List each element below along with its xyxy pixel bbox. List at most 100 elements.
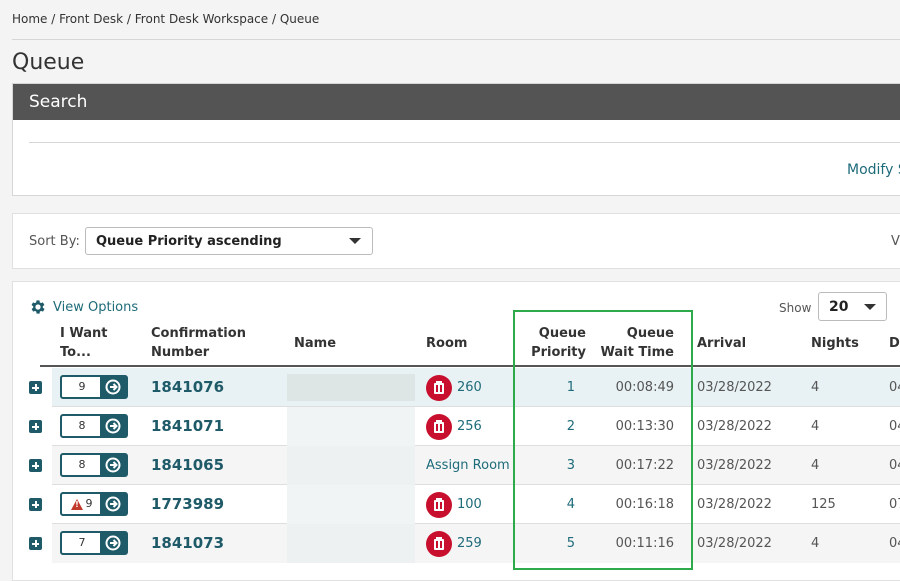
- col-header-iwant[interactable]: I Want To...: [60, 324, 107, 362]
- i-want-to-count: 7: [78, 536, 86, 549]
- view-options-link[interactable]: View Options: [29, 297, 138, 317]
- queue-wait-time: 00:11:16: [615, 536, 674, 551]
- departure-date: 04: [889, 536, 900, 551]
- col-header-queue-priority-line1: Queue: [538, 326, 586, 341]
- arrow-circle-right-icon[interactable]: [100, 455, 126, 475]
- search-panel-header[interactable]: Search: [13, 84, 900, 120]
- table-row[interactable]: 9 1841076 260 1 00:08:49 03/28/2022 4 04: [0, 368, 900, 407]
- plus-square-icon[interactable]: [29, 498, 42, 511]
- queue-priority: 1: [566, 380, 575, 395]
- table-row[interactable]: 7 1841073 259 5 00:11:16 03/28/2022 4 04: [0, 524, 900, 563]
- plus-square-icon[interactable]: [29, 537, 42, 550]
- queue-priority: 2: [566, 419, 575, 434]
- nights: 4: [811, 536, 820, 551]
- col-header-confirmation-line1: Confirmation: [151, 326, 246, 341]
- arrow-circle-right-icon[interactable]: [100, 533, 126, 553]
- col-header-queue-wait-time[interactable]: Queue Wait Time: [590, 324, 674, 362]
- table-row[interactable]: 8 1841065 Assign Room 3 00:17:22 03/28/2…: [0, 446, 900, 485]
- col-header-queue-priority[interactable]: Queue Priority: [520, 324, 586, 362]
- table-header-divider: [40, 365, 900, 367]
- i-want-to-button[interactable]: 9: [60, 375, 128, 399]
- table-row[interactable]: ! 9 1773989 100 4 00:16:18 03/28/2022 12…: [0, 485, 900, 524]
- plus-square-icon[interactable]: [29, 381, 42, 394]
- i-want-to-count: 8: [78, 458, 86, 471]
- view-toggle-label[interactable]: V: [891, 234, 900, 249]
- room-status-icon: [426, 375, 452, 401]
- queue-wait-time: 00:16:18: [615, 497, 674, 512]
- plus-square-icon[interactable]: [29, 459, 42, 472]
- nights: 4: [811, 380, 820, 395]
- room-status-icon: [426, 492, 452, 518]
- modify-search-link[interactable]: Modify S: [847, 162, 900, 178]
- guest-name-redacted: [287, 374, 415, 401]
- sort-by-label: Sort By:: [29, 234, 80, 249]
- departure-date: 04: [889, 380, 900, 395]
- col-header-queue-wait-line2: Wait Time: [600, 345, 674, 360]
- guest-name-redacted: [287, 407, 415, 446]
- confirmation-number[interactable]: 1841065: [151, 446, 224, 485]
- page-title: Queue: [12, 50, 85, 75]
- guest-name-redacted: [287, 485, 415, 524]
- departure-date: 04: [889, 458, 900, 473]
- i-want-to-count: 8: [78, 419, 86, 432]
- arrival-date: 03/28/2022: [697, 458, 772, 473]
- assign-room-link[interactable]: Assign Room: [426, 446, 510, 485]
- col-header-name[interactable]: Name: [294, 334, 336, 353]
- i-want-to-button[interactable]: 8: [60, 453, 128, 477]
- breadcrumb: Home / Front Desk / Front Desk Workspace…: [12, 12, 320, 26]
- room-number[interactable]: 260: [457, 368, 482, 407]
- col-header-iwant-line1: I Want: [60, 326, 108, 341]
- confirmation-number[interactable]: 1773989: [151, 485, 224, 524]
- nights: 4: [811, 458, 820, 473]
- sort-panel: Sort By: Queue Priority ascending V: [12, 213, 900, 269]
- room-status-icon: [426, 531, 452, 557]
- arrow-circle-right-icon[interactable]: [100, 416, 126, 436]
- arrival-date: 03/28/2022: [697, 536, 772, 551]
- i-want-to-button[interactable]: 7: [60, 531, 128, 555]
- gear-icon: [31, 300, 45, 314]
- nights: 4: [811, 419, 820, 434]
- col-header-departure[interactable]: D: [889, 334, 900, 353]
- plus-square-icon[interactable]: [29, 420, 42, 433]
- chevron-down-icon: [349, 238, 361, 244]
- room-number[interactable]: 256: [457, 407, 482, 446]
- arrival-date: 03/28/2022: [697, 380, 772, 395]
- room-number[interactable]: 100: [457, 485, 482, 524]
- guest-name-redacted: [287, 524, 415, 563]
- col-header-iwant-line2: To...: [60, 345, 91, 360]
- i-want-to-button[interactable]: ! 9: [60, 492, 128, 516]
- confirmation-number[interactable]: 1841073: [151, 524, 224, 563]
- search-divider: [29, 142, 900, 143]
- i-want-to-count: 9: [85, 497, 93, 510]
- arrow-circle-right-icon[interactable]: [100, 494, 126, 514]
- col-header-arrival[interactable]: Arrival: [697, 334, 746, 353]
- col-header-room[interactable]: Room: [426, 334, 467, 353]
- col-header-confirmation-line2: Number: [151, 345, 210, 360]
- departure-date: 07: [889, 497, 900, 512]
- i-want-to-count: 9: [78, 380, 86, 393]
- page-size-value: 20: [829, 299, 849, 315]
- queue-wait-time: 00:08:49: [615, 380, 674, 395]
- col-header-queue-wait-line1: Queue: [626, 326, 674, 341]
- departure-date: 04: [889, 419, 900, 434]
- sort-by-select[interactable]: Queue Priority ascending: [85, 227, 373, 255]
- col-header-confirmation[interactable]: Confirmation Number: [151, 324, 246, 362]
- arrow-circle-right-icon[interactable]: [100, 377, 126, 397]
- guest-name-redacted: [287, 446, 415, 485]
- breadcrumb-divider: [12, 39, 900, 40]
- i-want-to-button[interactable]: 8: [60, 414, 128, 438]
- chevron-down-icon: [864, 304, 876, 310]
- queue-wait-time: 00:13:30: [615, 419, 674, 434]
- search-panel: Search Modify S: [12, 83, 900, 196]
- confirmation-number[interactable]: 1841076: [151, 368, 224, 407]
- table-row[interactable]: 8 1841071 256 2 00:13:30 03/28/2022 4 04: [0, 407, 900, 446]
- queue-priority: 5: [566, 536, 575, 551]
- page-size-select[interactable]: 20: [818, 292, 887, 321]
- arrival-date: 03/28/2022: [697, 419, 772, 434]
- queue-wait-time: 00:17:22: [615, 458, 674, 473]
- col-header-nights[interactable]: Nights: [811, 334, 859, 353]
- confirmation-number[interactable]: 1841071: [151, 407, 224, 446]
- arrival-date: 03/28/2022: [697, 497, 772, 512]
- queue-priority: 4: [566, 497, 575, 512]
- room-number[interactable]: 259: [457, 524, 482, 563]
